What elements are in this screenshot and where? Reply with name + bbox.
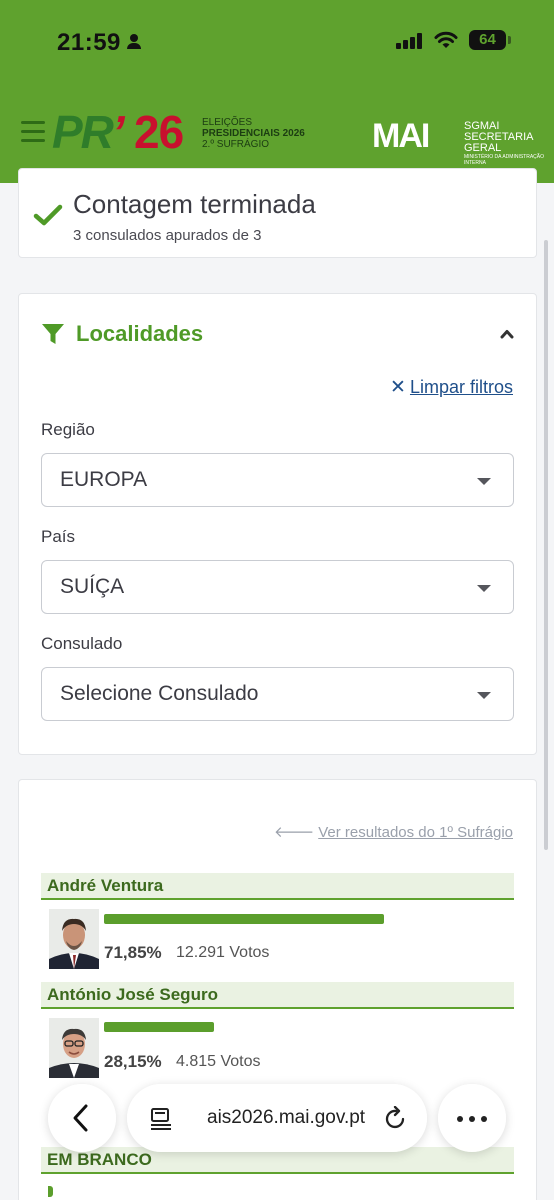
first-round-link-label: Ver resultados do 1º Sufrágio xyxy=(318,824,513,841)
more-options-button[interactable] xyxy=(438,1084,506,1152)
time-text: 21:59 xyxy=(57,29,121,56)
more-dots-icon xyxy=(469,1116,475,1122)
candidate-bar xyxy=(104,914,384,924)
chevron-left-icon xyxy=(73,1104,88,1132)
candidate-photo xyxy=(49,909,99,969)
candidate-votes: 4.815 Votos xyxy=(176,1053,261,1070)
chevron-up-icon[interactable] xyxy=(500,327,514,341)
status-bar: 21:59 64 xyxy=(0,0,554,85)
battery-indicator: 64 xyxy=(469,30,511,50)
count-status-title: Contagem terminada xyxy=(73,189,316,219)
chevron-down-icon xyxy=(477,692,491,699)
page-menu-icon[interactable] xyxy=(149,1106,173,1130)
sgmai-logo-text: SGMAI SECRETARIA GERAL MINISTÉRIO DA ADM… xyxy=(464,121,554,167)
country-label: País xyxy=(41,527,76,546)
logo-caption-line: PRESIDENCIAIS 2026 xyxy=(202,128,305,139)
clear-filters-label: Limpar filtros xyxy=(409,377,513,397)
candidate-bar xyxy=(104,1022,214,1032)
logo-caption-line: ELEIÇÕES xyxy=(202,117,253,128)
cellular-signal-icon xyxy=(396,33,424,49)
candidate-votes: 12.291 Votos xyxy=(176,944,270,961)
reload-icon[interactable] xyxy=(384,1106,408,1130)
status-time: 21:59 xyxy=(57,29,141,57)
logo-caption: ELEIÇÕES PRESIDENCIAIS 2026 2.º SUFRÁGIO xyxy=(202,117,305,150)
partner-line: MINISTÉRIO DA ADMINISTRAÇÃO INTERNA xyxy=(464,154,545,166)
checkmark-icon xyxy=(33,204,63,226)
country-value: SUÍÇA xyxy=(60,575,125,598)
chevron-down-icon xyxy=(477,478,491,485)
count-status-card: Contagem terminada 3 consulados apurados… xyxy=(18,168,537,258)
consulate-label: Consulado xyxy=(41,634,123,653)
logo-tick: ’ xyxy=(111,106,125,158)
logo-pr-text: PR xyxy=(52,106,114,158)
mai-logo: MAI xyxy=(372,117,430,155)
candidate-percent: 71,85% xyxy=(104,943,162,962)
back-button[interactable] xyxy=(48,1084,116,1152)
logo-pr: PR’ xyxy=(52,105,125,159)
first-round-link[interactable]: 🡐 Ver resultados do 1º Sufrágio xyxy=(274,822,513,841)
more-dots-icon xyxy=(481,1116,487,1122)
count-status-subtitle: 3 consulados apurados de 3 xyxy=(73,227,262,244)
filter-icon xyxy=(42,324,64,344)
logo-caption-line: 2.º SUFRÁGIO xyxy=(202,139,269,150)
filters-card: Localidades ✕ Limpar filtros Região EUROP… xyxy=(18,293,537,755)
url-text: ais2026.mai.gov.pt xyxy=(207,1107,366,1128)
person-icon xyxy=(126,34,141,49)
close-icon: ✕ xyxy=(390,377,406,398)
candidate-photo xyxy=(49,1018,99,1078)
more-dots-icon xyxy=(457,1116,463,1122)
consulate-select[interactable]: Selecione Consulado xyxy=(41,667,514,721)
region-label: Região xyxy=(41,420,95,439)
consulate-value: Selecione Consulado xyxy=(60,682,259,705)
blank-votes-bar xyxy=(48,1186,53,1197)
candidate-name: António José Seguro xyxy=(41,982,514,1009)
partner-line: GERAL xyxy=(464,142,502,154)
country-select[interactable]: SUÍÇA xyxy=(41,560,514,614)
candidate-percent: 28,15% xyxy=(104,1052,162,1071)
address-bar[interactable]: ais2026.mai.gov.pt xyxy=(127,1084,427,1152)
menu-icon[interactable] xyxy=(21,121,45,143)
clear-filters-link[interactable]: ✕ Limpar filtros xyxy=(390,376,513,399)
chevron-down-icon xyxy=(477,585,491,592)
region-value: EUROPA xyxy=(60,468,148,491)
scrollbar[interactable] xyxy=(544,240,548,850)
wifi-icon xyxy=(434,31,458,48)
logo-year: 26 xyxy=(134,106,184,158)
candidate-name: André Ventura xyxy=(41,873,514,900)
filters-title[interactable]: Localidades xyxy=(76,321,203,347)
arrow-left-icon: 🡐 xyxy=(274,824,315,841)
region-select[interactable]: EUROPA xyxy=(41,453,514,507)
